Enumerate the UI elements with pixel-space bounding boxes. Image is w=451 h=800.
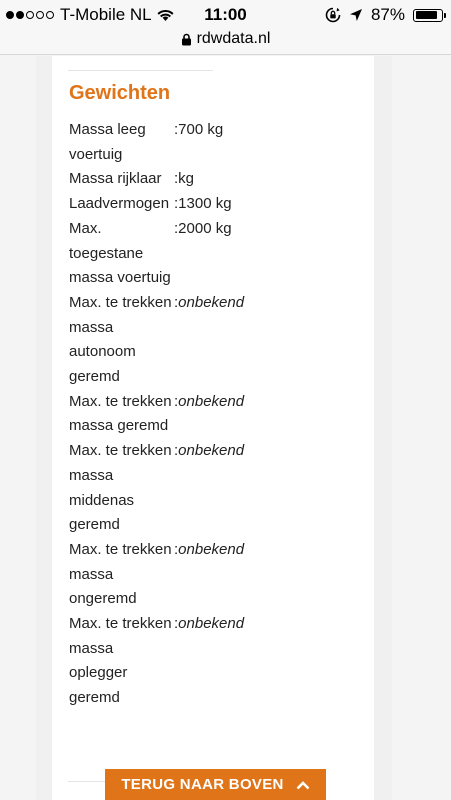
- spec-row: Laadvermogen:1300 kg: [69, 192, 244, 217]
- spec-value-text: kg: [178, 170, 195, 188]
- spec-value-text: 700 kg: [178, 121, 224, 138]
- spec-label: Max. te trekken massa oplegger geremd: [69, 615, 172, 707]
- spec-row: Max. toegestane massa voertuig:2000 kg: [69, 217, 244, 291]
- spec-label: Massa rijklaar: [69, 170, 162, 188]
- battery-icon: [413, 8, 446, 22]
- address-bar-content: rdwdata.nl: [181, 30, 271, 48]
- spec-value-text: onbekend: [178, 293, 245, 311]
- location-arrow-icon: [349, 9, 362, 21]
- spec-value-text: onbekend: [178, 442, 245, 460]
- spec-row: Max. te trekken massa autonoom geremd:on…: [69, 291, 244, 390]
- spec-value-text: onbekend: [178, 540, 245, 558]
- spec-value: :onbekend: [174, 390, 244, 439]
- spec-row: Max. te trekken massa oplegger geremd:on…: [69, 612, 244, 711]
- spec-value: :onbekend: [174, 612, 244, 711]
- spec-label: Max. te trekken massa middenas geremd: [69, 442, 172, 534]
- spec-label: Massa leeg voertuig: [69, 121, 146, 163]
- spec-row: Massa rijklaar :kg: [69, 167, 244, 192]
- back-to-top-label: TERUG NAAR BOVEN: [121, 776, 284, 793]
- section-title: Gewichten: [69, 82, 171, 104]
- spec-row: Massa leeg voertuig :700 kg: [69, 118, 244, 167]
- weights-table: Massa leeg voertuig:700 kg Massa rijklaar…: [69, 118, 244, 711]
- spec-label: Max. te trekken massa geremd: [69, 392, 172, 435]
- content-card: Gewichten Massa leeg voertuig:700 kg Mass…: [52, 56, 374, 800]
- back-to-top-button[interactable]: TERUG NAAR BOVEN: [105, 769, 326, 800]
- status-bar: T-Mobile NL 11:00 87%: [0, 0, 451, 30]
- spec-row: Max. te trekken massa middenas geremd:on…: [69, 439, 244, 538]
- battery-level: [415, 11, 438, 19]
- spec-value: :onbekend: [174, 291, 244, 390]
- spec-label: Max. te trekken massa ongeremd: [69, 540, 172, 608]
- divider: [68, 70, 213, 71]
- url-text: rdwdata.nl: [196, 30, 271, 47]
- lock-icon: [181, 33, 191, 45]
- spec-value-text: 1300 kg: [178, 195, 232, 213]
- spec-value: :700 kg: [174, 118, 223, 167]
- address-bar[interactable]: rdwdata.nl: [0, 30, 451, 55]
- divider: [68, 781, 108, 782]
- status-bar-right: 87%: [325, 5, 446, 25]
- spec-value-text: onbekend: [178, 615, 245, 633]
- spec-value-text: 2000 kg: [178, 219, 232, 237]
- battery-percent: 87%: [370, 5, 405, 24]
- spec-value: :1300 kg: [174, 192, 232, 217]
- spec-value: :onbekend: [174, 439, 244, 538]
- rotation-lock-icon: [325, 7, 341, 23]
- spec-value-text: onbekend: [178, 392, 245, 410]
- page-content: Gewichten Massa leeg voertuig:700 kg Mass…: [36, 56, 392, 800]
- spec-value: :2000 kg: [174, 217, 232, 291]
- spec-label: Max. te trekken massa autonoom geremd: [69, 293, 172, 386]
- spec-label: Max. toegestane massa voertuig: [69, 219, 171, 287]
- spec-row: Max. te trekken massa ongeremd:onbekend: [69, 538, 244, 612]
- spec-label: Laadvermogen: [69, 195, 170, 213]
- spec-value: :kg: [174, 167, 194, 192]
- spec-value: :onbekend: [174, 538, 244, 612]
- spec-row: Max. te trekken massa geremd:onbekend: [69, 390, 244, 439]
- chevron-up-icon: [296, 780, 310, 789]
